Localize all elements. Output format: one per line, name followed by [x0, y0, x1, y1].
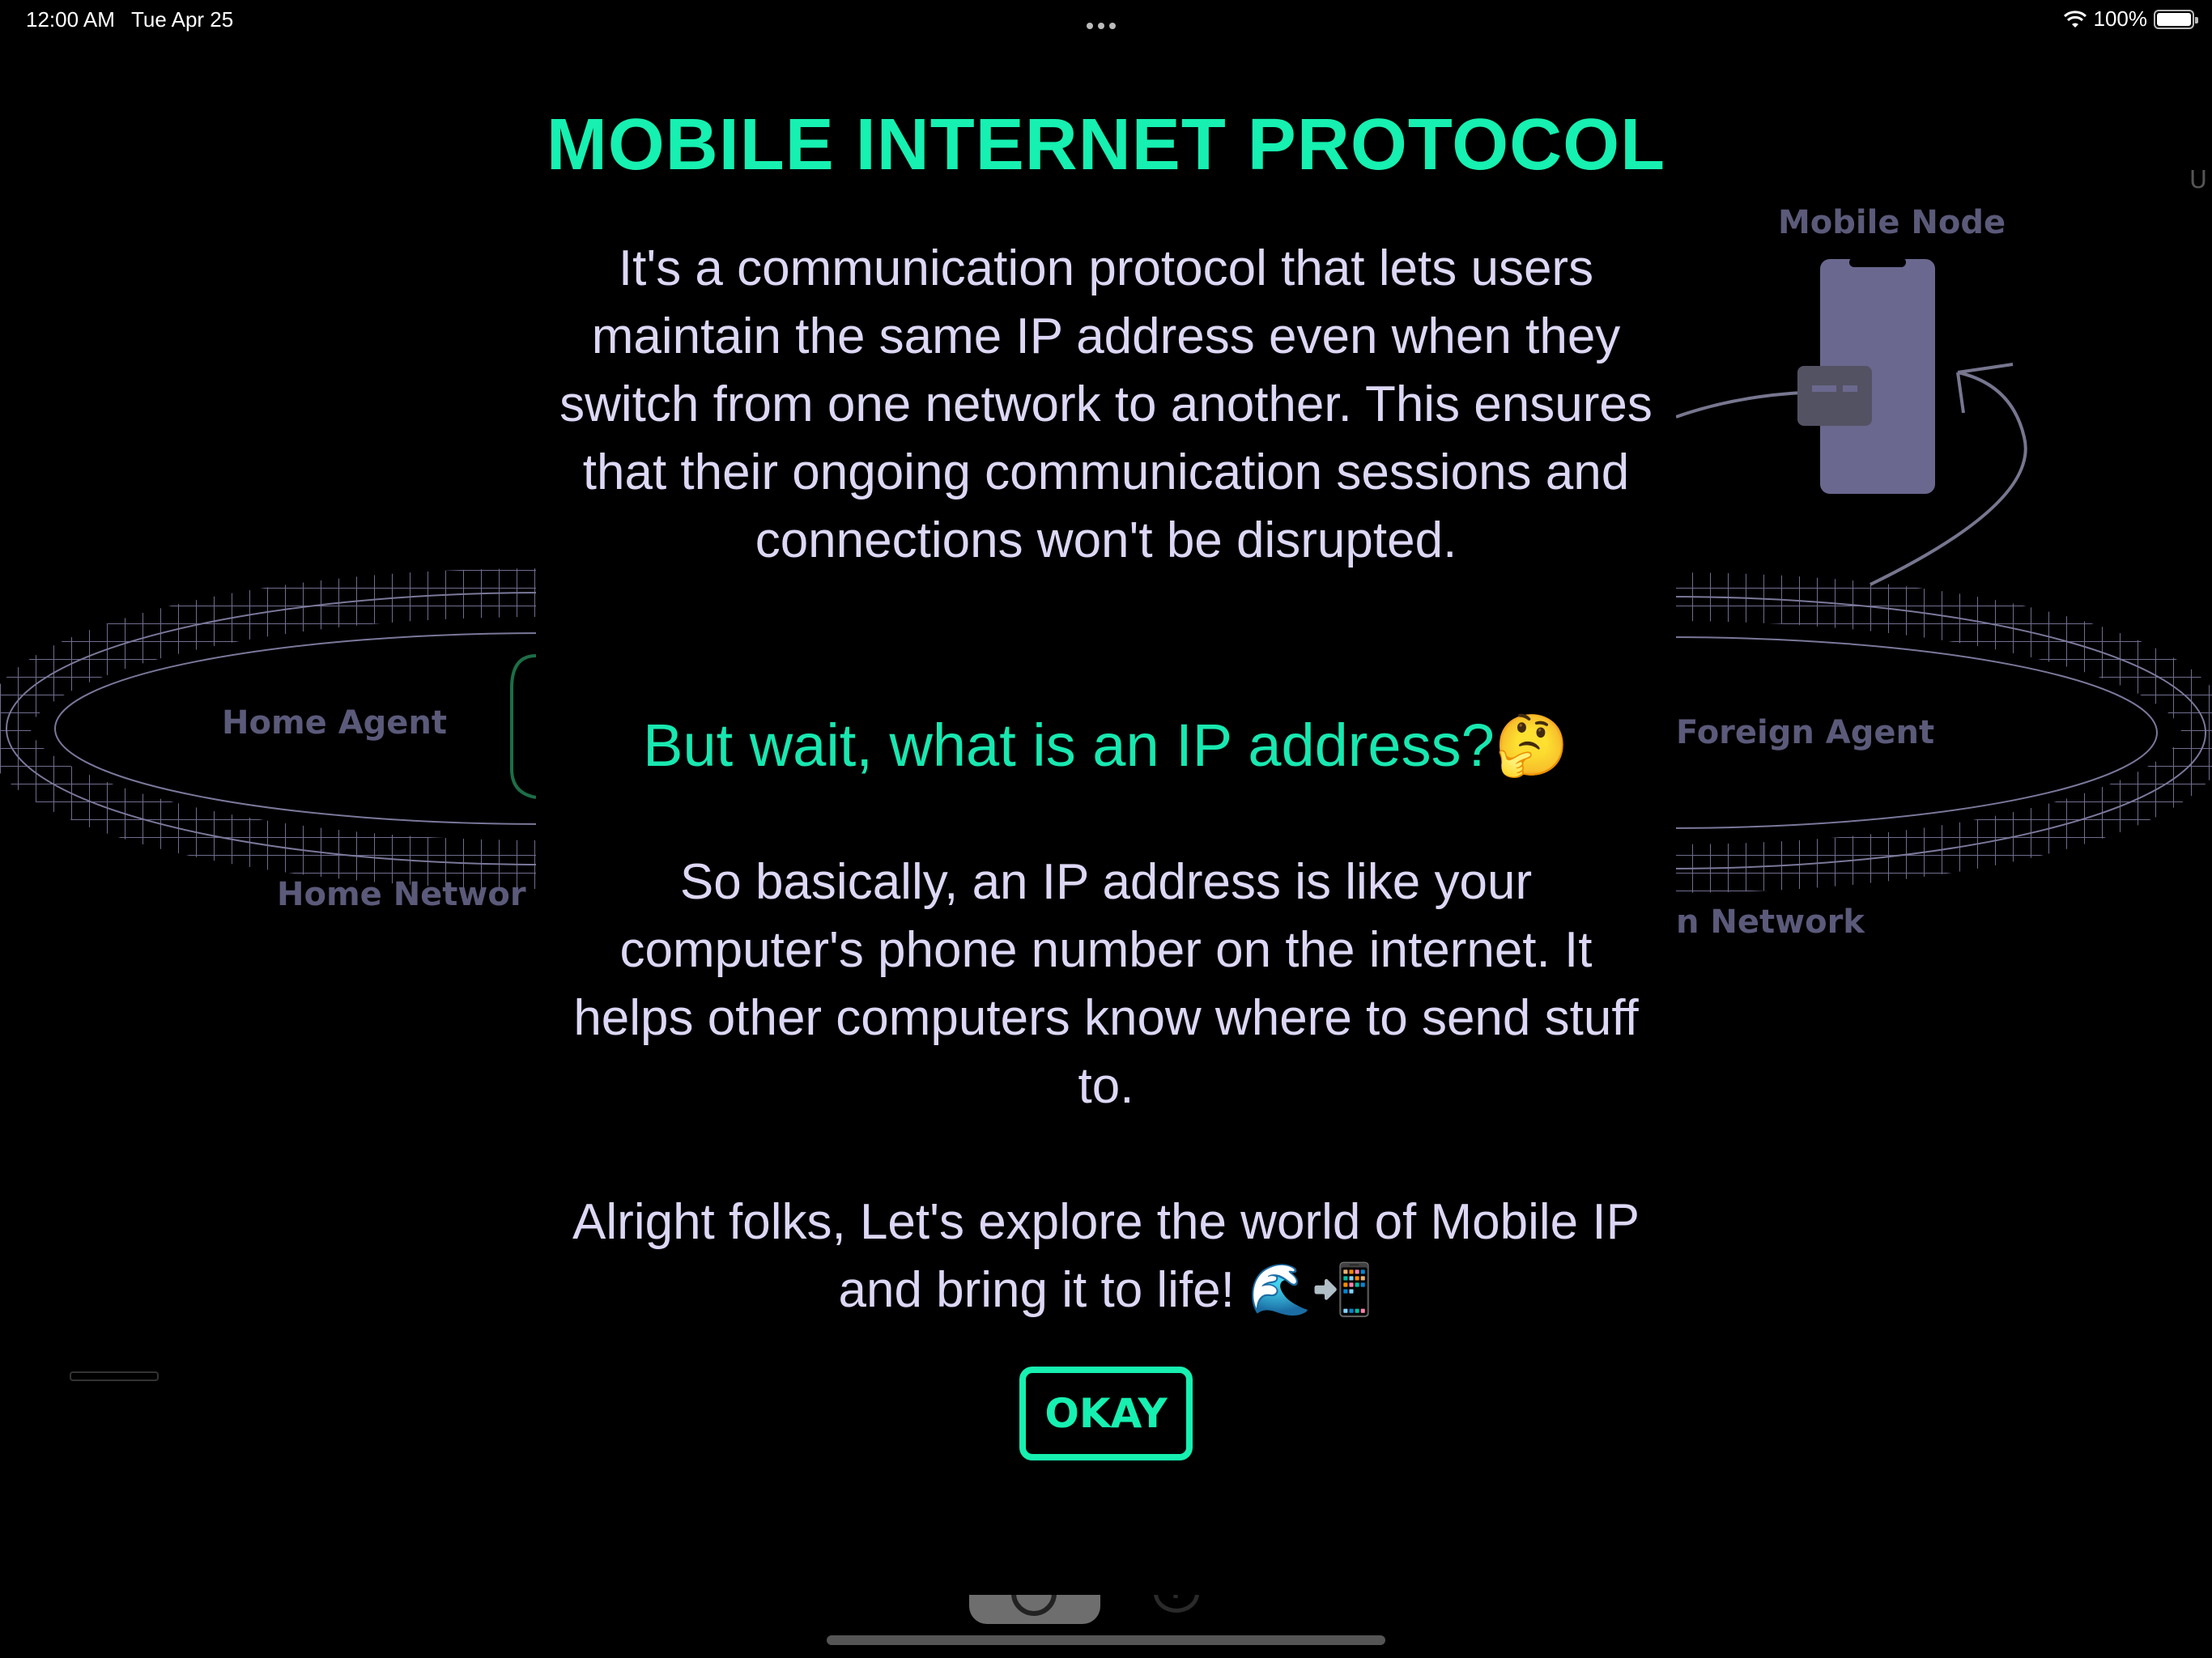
intro-modal: MOBILE INTERNET PROTOCOL It's a communic…: [536, 73, 1676, 1595]
modal-intro-text: It's a communication protocol that lets …: [559, 240, 1653, 568]
modal-question: But wait, what is an IP address?🤔: [643, 712, 1569, 779]
foreign-network-label: n Network: [1676, 903, 1865, 941]
side-handle[interactable]: [70, 1371, 159, 1381]
mobile-node-label: Mobile Node: [1778, 204, 2006, 241]
home-agent-router-icon: [510, 654, 537, 799]
modal-title: MOBILE INTERNET PROTOCOL: [546, 104, 1666, 185]
home-network-label: Home Networ: [277, 876, 526, 913]
okay-button[interactable]: OKAY: [1019, 1367, 1193, 1460]
modal-call-to-action: Alright folks, Let's explore the world o…: [572, 1194, 1640, 1318]
app-screen: 12:00 AM Tue Apr 25 100% Home Agent Home…: [0, 0, 2212, 1658]
modal-explanation-text: So basically, an IP address is like your…: [573, 854, 1639, 1114]
phone-icon: [1797, 257, 1935, 494]
arrow-icon: [1675, 391, 1802, 419]
home-indicator: [827, 1635, 1385, 1645]
home-agent-label: Home Agent: [222, 704, 448, 742]
edge-text: U: [2189, 166, 2207, 194]
foreign-agent-label: Foreign Agent: [1676, 714, 1935, 751]
